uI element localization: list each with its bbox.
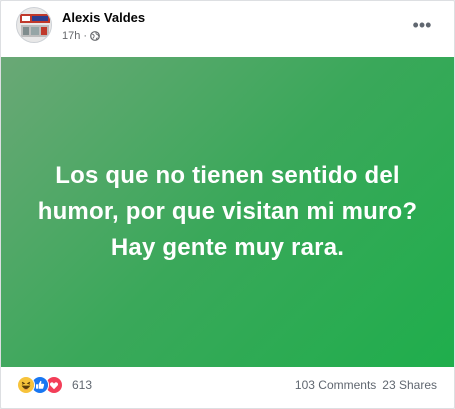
post-background-text: Los que no tienen sentido del humor, por… bbox=[1, 57, 454, 367]
haha-icon bbox=[17, 376, 35, 394]
post-footer: 613 103 Comments 23 Shares bbox=[1, 371, 454, 401]
more-options-button[interactable]: ••• bbox=[410, 13, 434, 37]
author-avatar[interactable] bbox=[16, 7, 52, 43]
comments-count-link[interactable]: 103 Comments bbox=[295, 378, 376, 392]
reaction-count: 613 bbox=[72, 378, 93, 392]
reactions-summary[interactable]: 613 bbox=[17, 376, 92, 394]
avatar-image bbox=[17, 8, 51, 42]
meta-separator: · bbox=[83, 30, 88, 42]
post-time[interactable]: 17h bbox=[62, 30, 80, 42]
shares-count-link[interactable]: 23 Shares bbox=[382, 378, 437, 392]
engagement-counts: 103 Comments 23 Shares bbox=[295, 378, 437, 392]
globe-icon[interactable] bbox=[90, 31, 100, 41]
post-meta: 17h · bbox=[62, 30, 100, 42]
more-horizontal-icon: ••• bbox=[412, 15, 432, 35]
post-header: Alexis Valdes 17h · ••• bbox=[1, 1, 454, 55]
post-card: Alexis Valdes 17h · ••• Los que no tiene… bbox=[0, 0, 455, 409]
post-text: Los que no tienen sentido del humor, por… bbox=[37, 162, 418, 261]
author-name[interactable]: Alexis Valdes bbox=[62, 10, 145, 25]
